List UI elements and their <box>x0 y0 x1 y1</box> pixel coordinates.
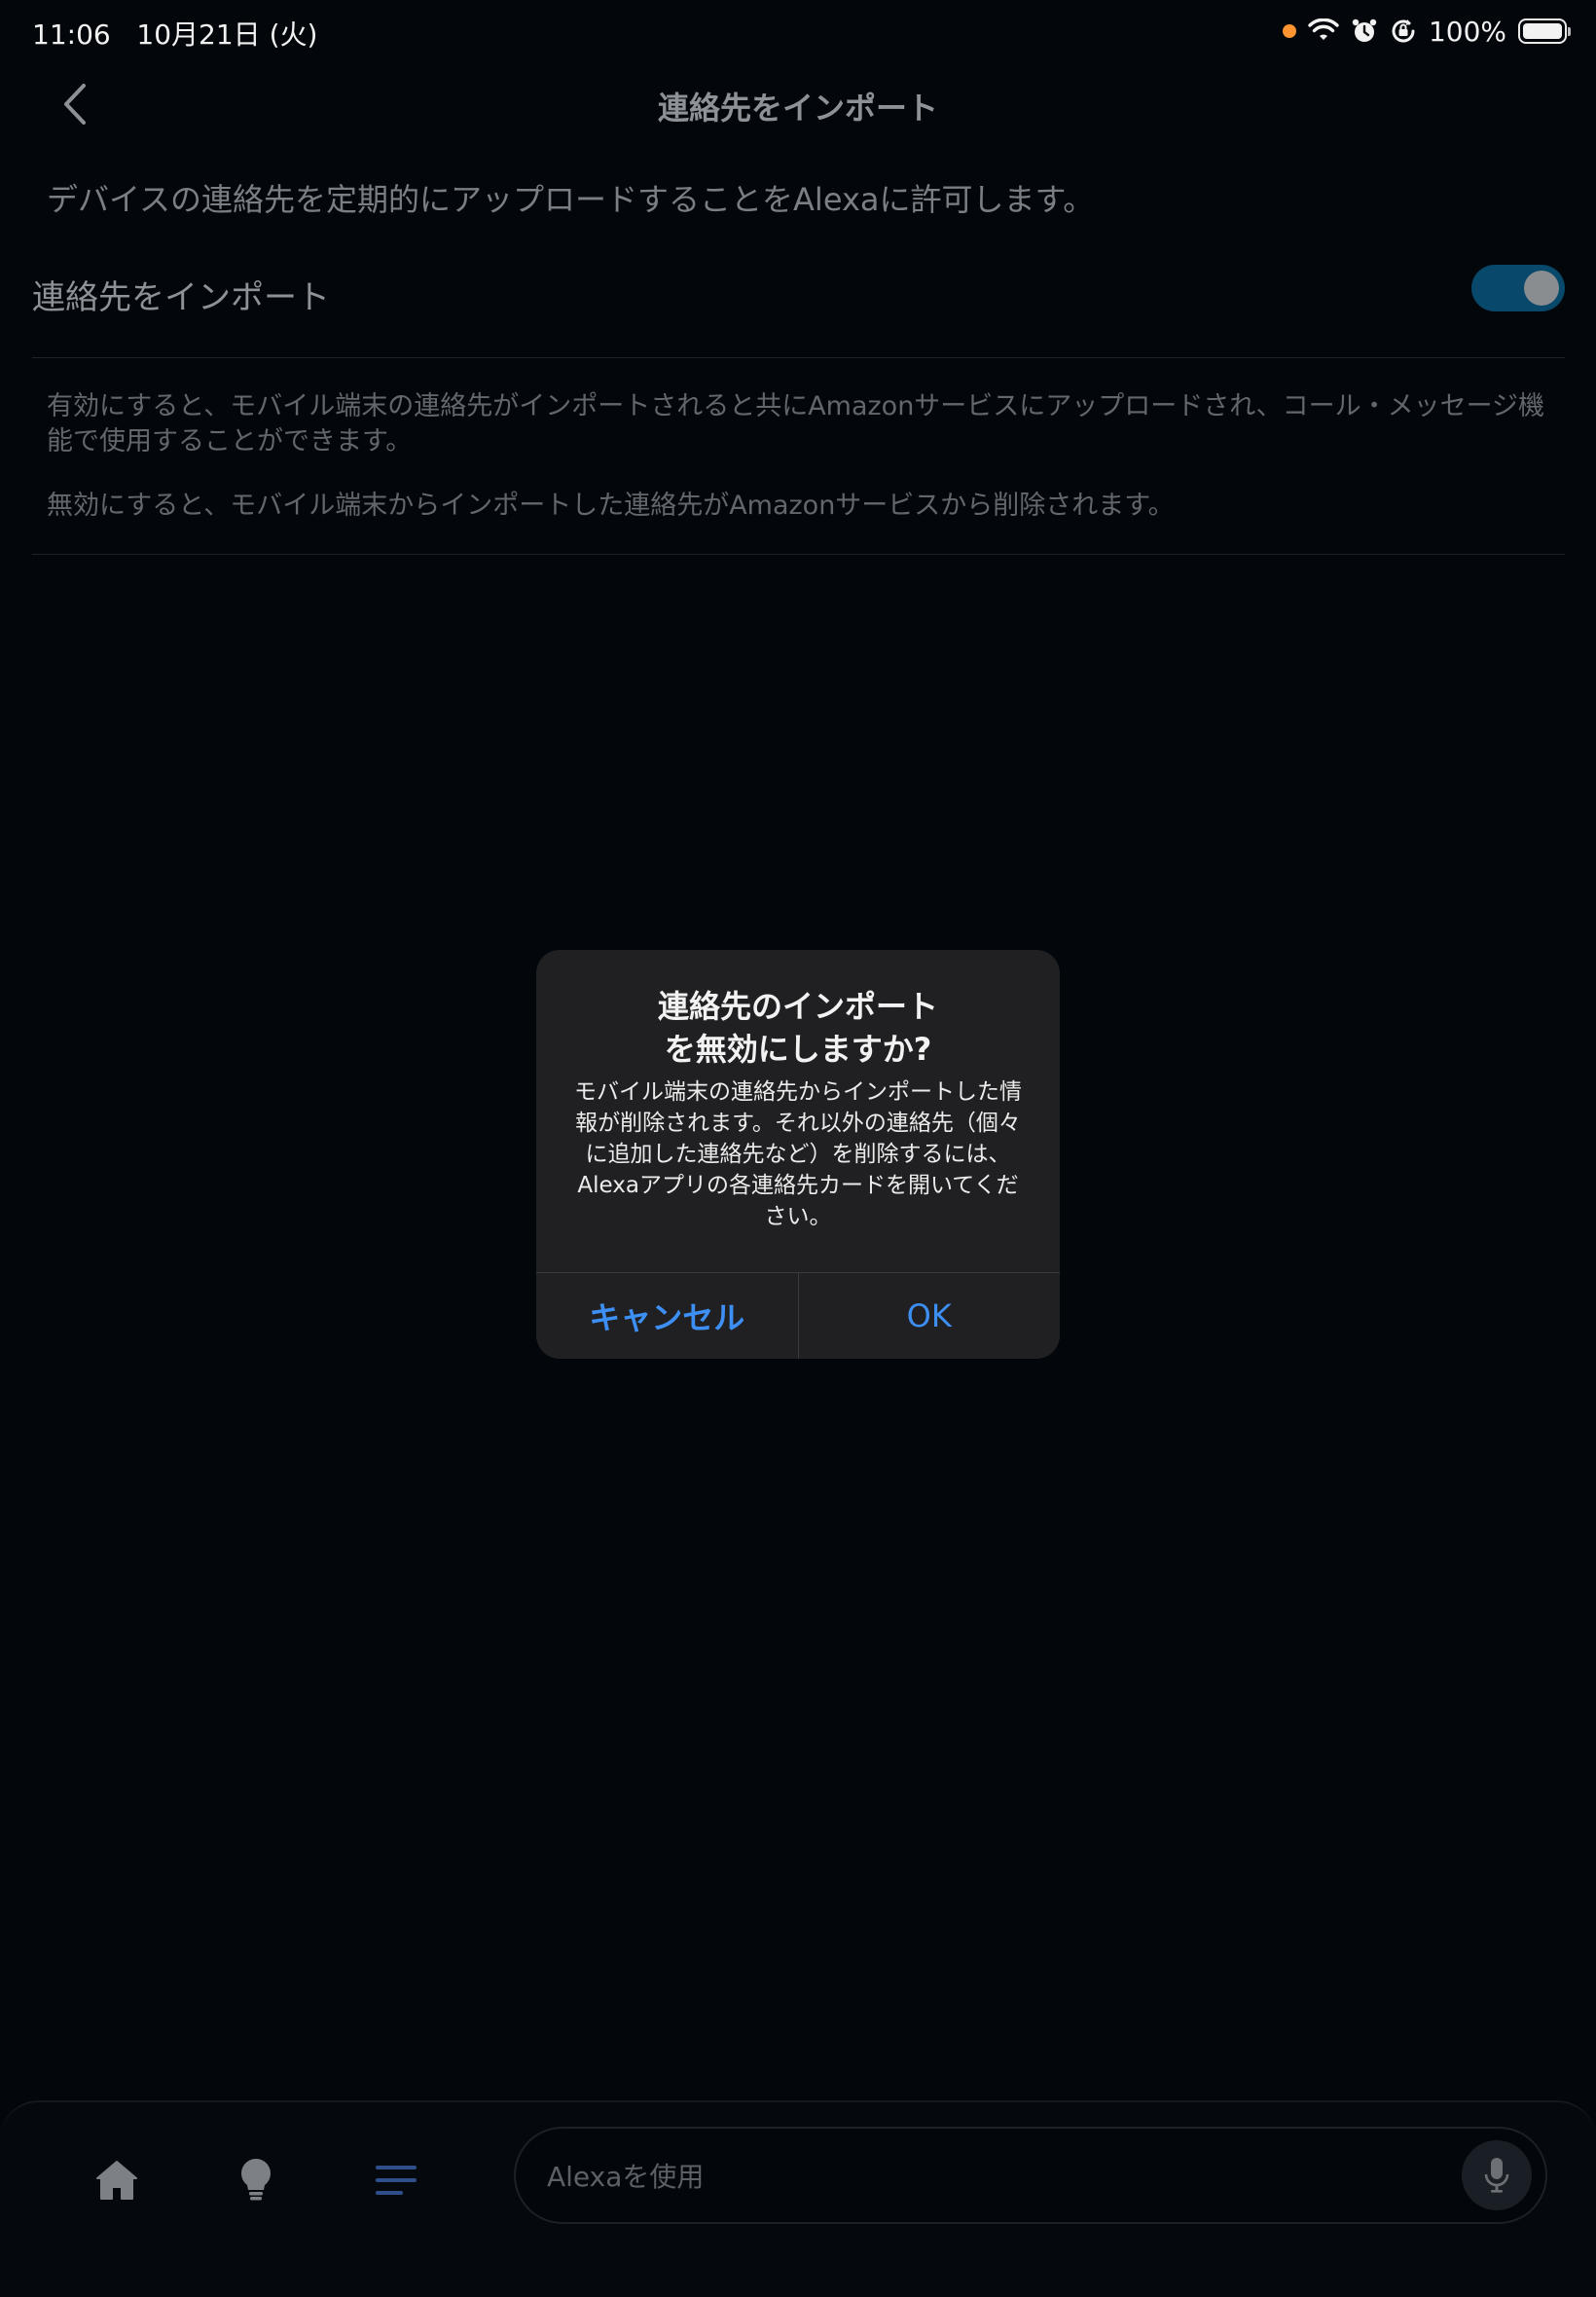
nav-discover-button[interactable] <box>227 2151 285 2209</box>
microphone-button[interactable] <box>1462 2140 1532 2210</box>
battery-icon <box>1518 18 1571 44</box>
more-icon <box>376 2166 417 2195</box>
lightbulb-icon <box>241 2159 271 2201</box>
status-bar-icons: 100% <box>1282 12 1571 51</box>
import-contacts-row: 連絡先をインポート <box>32 251 1565 358</box>
dialog-title-line1: 連絡先のインポート <box>657 988 938 1025</box>
description-disabled: 無効にすると、モバイル端末からインポートした連絡先がAmazonサービスから削除… <box>47 491 1175 521</box>
dialog-buttons: キャンセル OK <box>536 1272 1060 1359</box>
description-block: 有効にすると、モバイル端末の連絡先がインポートされると共にAmazonサービスに… <box>32 358 1565 555</box>
import-contacts-toggle[interactable] <box>1471 265 1565 311</box>
alexa-text-input[interactable] <box>545 2129 1425 2224</box>
status-bar-time: 11:06 10月21日 (火) <box>32 14 317 53</box>
page-title: 連絡先をインポート <box>657 90 938 127</box>
ok-button[interactable]: OK <box>799 1273 1061 1359</box>
import-contacts-label: 連絡先をインポート <box>32 278 330 317</box>
recording-indicator-icon <box>1282 24 1296 38</box>
bottom-navigation-bar <box>0 2100 1596 2297</box>
nav-more-button[interactable] <box>367 2151 425 2209</box>
orientation-lock-icon <box>1390 18 1417 45</box>
status-date: 10月21日 (火) <box>136 18 318 51</box>
microphone-icon <box>1484 2158 1509 2193</box>
battery-percent: 100% <box>1428 15 1506 48</box>
description-enabled: 有効にすると、モバイル端末の連絡先がインポートされると共にAmazonサービスに… <box>47 391 1545 456</box>
disable-import-dialog: 連絡先のインポート を無効にしますか? モバイル端末の連絡先からインポートした情… <box>536 950 1060 1359</box>
status-time: 11:06 <box>32 18 111 51</box>
dialog-message: モバイル端末の連絡先からインポートした情報が削除されます。それ以外の連絡先（個々… <box>574 1079 1022 1229</box>
cancel-button[interactable]: キャンセル <box>536 1273 799 1359</box>
home-icon <box>96 2161 137 2200</box>
alexa-input-bar <box>514 2127 1547 2224</box>
toggle-knob <box>1524 271 1559 306</box>
nav-home-button[interactable] <box>88 2151 146 2209</box>
dialog-title-line2: を無効にしますか? <box>664 1031 932 1068</box>
intro-text: デバイスの連絡先を定期的にアップロードすることをAlexaに許可します。 <box>47 181 1095 218</box>
dialog-title: 連絡先のインポート を無効にしますか? <box>556 985 1040 1071</box>
alarm-icon <box>1351 18 1378 45</box>
wifi-icon <box>1308 18 1339 44</box>
